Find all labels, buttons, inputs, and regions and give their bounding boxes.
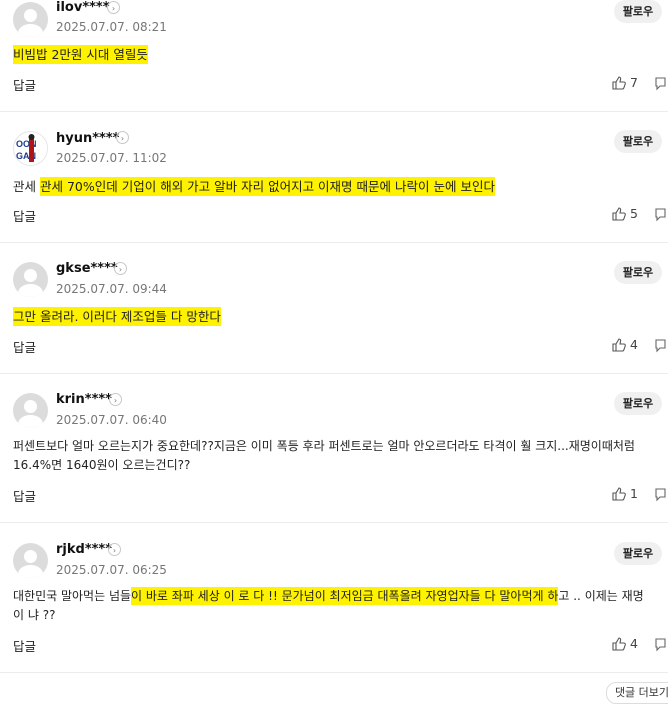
comment-item: krin**** › 2025.07.07. 06:40 팔로우 퍼센트보다 얼… [0, 374, 668, 523]
username[interactable]: hyun**** [56, 131, 119, 146]
username[interactable]: rjkd**** [56, 542, 112, 557]
thumbs-up-icon [612, 636, 626, 651]
comment-item: gkse**** › 2025.07.07. 09:44 팔로우 그만 올려라.… [0, 243, 668, 374]
like-count: 1 [630, 486, 638, 501]
highlighted-text: 이 바로 좌파 세상 이 로 다 !! 문가넘이 최저임금 대폭올려 자영업자들… [131, 587, 559, 605]
username[interactable]: gkse**** [56, 261, 118, 276]
dislike-icon[interactable] [655, 488, 666, 505]
reply-button[interactable]: 답글 [13, 337, 36, 356]
chevron-right-icon[interactable]: › [107, 1, 120, 14]
comment-text: 퍼센트보다 얼마 오르는지가 중요한데??지금은 이미 폭등 후라 퍼센트로는 … [13, 437, 660, 475]
dislike-icon[interactable] [655, 339, 666, 356]
comment-date: 2025.07.07. 09:44 [56, 282, 167, 296]
comment-text: 그만 올려라. 이러다 제조업들 다 망한다 [13, 307, 660, 326]
dislike-icon[interactable] [655, 77, 666, 94]
comment-text: 관세 관세 70%인데 기업이 해외 가고 알바 자리 없어지고 이재명 때문에… [13, 177, 660, 196]
dislike-icon[interactable] [655, 638, 666, 655]
reply-button[interactable]: 답글 [13, 206, 36, 225]
like-count: 7 [630, 75, 638, 90]
comment-item: ilov**** › 2025.07.07. 08:21 팔로우 비빔밥 2만원… [0, 0, 668, 112]
like-button[interactable]: 4 [612, 636, 638, 651]
follow-button[interactable]: 팔로우 [614, 392, 662, 415]
comment-line: 이 냐 ?? [13, 608, 56, 622]
highlighted-text: 비빔밥 2만원 시대 열릴듯 [13, 45, 148, 64]
comment-line: 16.4%면 1640원이 오르는건디?? [13, 458, 191, 472]
follow-button[interactable]: 팔로우 [614, 261, 662, 284]
reply-button[interactable]: 답글 [13, 636, 36, 655]
username[interactable]: krin**** [56, 392, 112, 407]
reply-button[interactable]: 답글 [13, 486, 36, 505]
avatar[interactable] [13, 393, 48, 428]
follow-button[interactable]: 팔로우 [614, 0, 662, 23]
comment-date: 2025.07.07. 06:25 [56, 563, 167, 577]
follow-button[interactable]: 팔로우 [614, 130, 662, 153]
thumbs-up-icon [612, 75, 626, 90]
chevron-right-icon[interactable]: › [109, 393, 122, 406]
comment-text: 비빔밥 2만원 시대 열릴듯 [13, 45, 660, 64]
comment-line: 대한민국 말아먹는 넘들이 바로 좌파 세상 이 로 다 !! 문가넘이 최저임… [13, 587, 660, 606]
comment-item: OON GAN hyun**** › 2025.07.07. 11:02 팔로우… [0, 112, 668, 243]
avatar[interactable]: OON GAN [13, 131, 48, 166]
comment-prefix: 관세 [13, 179, 40, 194]
dislike-icon[interactable] [655, 208, 666, 225]
reply-button[interactable]: 답글 [13, 75, 36, 94]
chevron-right-icon[interactable]: › [116, 131, 129, 144]
comment-text: 대한민국 말아먹는 넘들이 바로 좌파 세상 이 로 다 !! 문가넘이 최저임… [13, 587, 660, 625]
like-button[interactable]: 5 [612, 206, 638, 221]
chevron-right-icon[interactable]: › [108, 543, 121, 556]
highlighted-text: 관세 70%인데 기업이 해외 가고 알바 자리 없어지고 이재명 때문에 나락… [39, 177, 495, 196]
thumbs-up-icon [612, 337, 626, 352]
thumbs-up-icon [612, 206, 626, 221]
more-comments-button[interactable]: 댓글 더보기 [606, 682, 668, 704]
like-button[interactable]: 1 [612, 486, 638, 501]
comment-plain-text: 고 .. 이제는 재명 [558, 589, 644, 603]
comment-line: 퍼센트보다 얼마 오르는지가 중요한데??지금은 이미 폭등 후라 퍼센트로는 … [13, 439, 635, 453]
highlighted-text: 그만 올려라. 이러다 제조업들 다 망한다 [13, 307, 221, 326]
profile-image: OON GAN [14, 132, 47, 165]
comment-item: rjkd**** › 2025.07.07. 06:25 팔로우 대한민국 말아… [0, 523, 668, 673]
like-count: 4 [630, 337, 638, 352]
chevron-right-icon[interactable]: › [114, 262, 127, 275]
comment-date: 2025.07.07. 06:40 [56, 413, 167, 427]
like-count: 4 [630, 636, 638, 651]
like-button[interactable]: 7 [612, 75, 638, 90]
username[interactable]: ilov**** [56, 0, 110, 15]
like-count: 5 [630, 206, 638, 221]
thumbs-up-icon [612, 486, 626, 501]
comment-date: 2025.07.07. 11:02 [56, 151, 167, 165]
avatar[interactable] [13, 543, 48, 578]
comment-date: 2025.07.07. 08:21 [56, 20, 167, 34]
avatar[interactable] [13, 262, 48, 297]
follow-button[interactable]: 팔로우 [614, 542, 662, 565]
comment-plain-text: 대한민국 말아먹는 넘들 [13, 589, 132, 603]
like-button[interactable]: 4 [612, 337, 638, 352]
avatar[interactable] [13, 2, 48, 37]
